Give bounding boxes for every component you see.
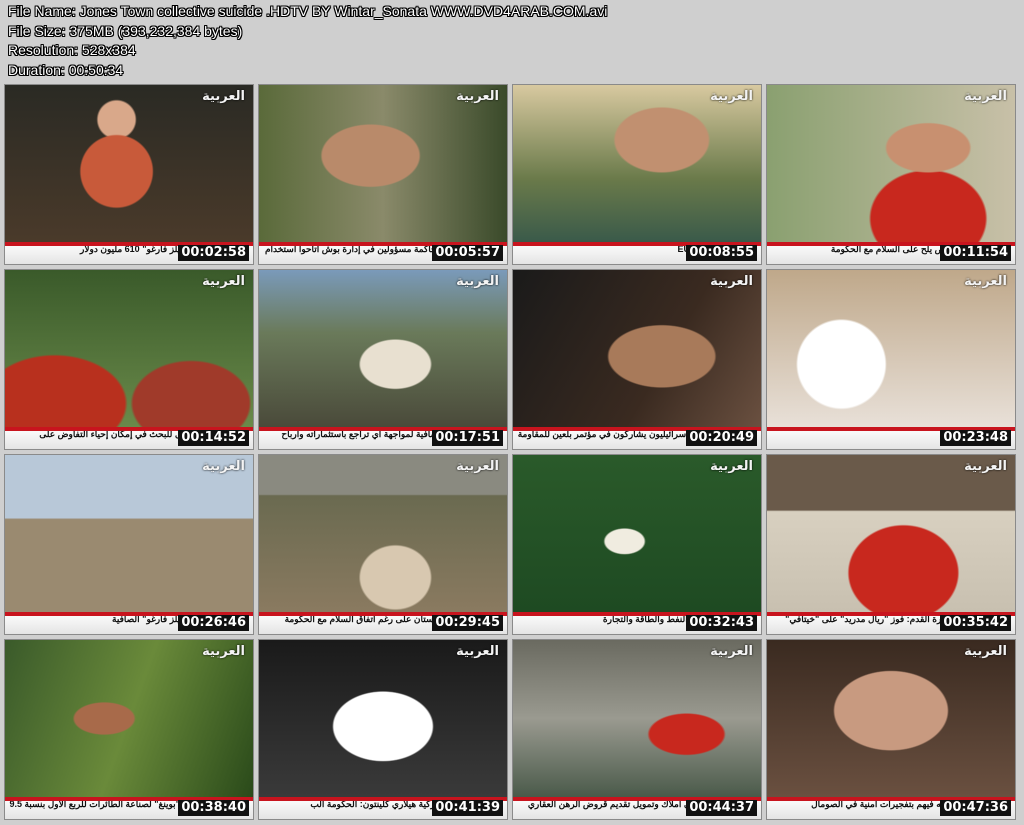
- file-name: File Name: Jones Town collective suicide…: [8, 3, 608, 19]
- timecode: 00:26:46: [178, 615, 249, 631]
- timecode: 00:05:57: [432, 245, 503, 261]
- thumbnail-grid: العربيةارتفاع ارباح بنك "ويلز فارغو" 610…: [5, 85, 1015, 819]
- timecode: 00:14:52: [178, 430, 249, 446]
- thumbnail[interactable]: العربية حزب تونسي معارض يلح على السلام مع…: [767, 85, 1015, 264]
- channel-logo: العربية: [710, 274, 753, 289]
- channel-logo: العربية: [964, 274, 1007, 289]
- channel-logo: العربية: [456, 459, 499, 474]
- video-frame: [5, 85, 253, 242]
- timecode: 00:29:45: [432, 615, 503, 631]
- video-frame: [767, 270, 1015, 427]
- video-frame: [259, 270, 507, 427]
- channel-logo: العربية: [202, 644, 245, 659]
- thumbnail[interactable]: العربية ارتفاع ارباح شركة "بوينغ" لصناعة …: [5, 640, 253, 819]
- video-frame: [5, 455, 253, 612]
- timecode: 00:08:55: [686, 245, 757, 261]
- thumbnail[interactable]: العربية 00:23:48: [767, 270, 1015, 449]
- video-frame: [767, 455, 1015, 612]
- timecode: 00:17:51: [432, 430, 503, 446]
- thumbnail[interactable]: العربية متضامنون أجانب وإسرائيليون يشاركو…: [513, 270, 761, 449]
- channel-logo: العربية: [456, 644, 499, 659]
- thumbnail[interactable]: العربيةEUR/$ 1.2991 -0.0000:08:55: [513, 85, 761, 264]
- thumbnail[interactable]: العربية سليمان في إسرائيل للبحث في إمكان …: [5, 270, 253, 449]
- channel-logo: العربية: [964, 89, 1007, 104]
- thumbnail[interactable]: العربية يبحث مخصصات إضافية لمواجهة أي ترا…: [259, 270, 507, 449]
- video-frame: [5, 640, 253, 797]
- channel-logo: العربية: [964, 459, 1007, 474]
- timecode: 00:35:42: [940, 615, 1011, 631]
- channel-logo: العربية: [964, 644, 1007, 659]
- channel-logo: العربية: [202, 89, 245, 104]
- thumbnail[interactable]: العربيةبدء محاكمة 4 مشتبه فيهم بتفجيرات …: [767, 640, 1015, 819]
- channel-logo: العربية: [456, 274, 499, 289]
- video-frame: [259, 455, 507, 612]
- channel-logo: العربية: [456, 89, 499, 104]
- duration: Duration: 00:50:34: [8, 61, 124, 78]
- timecode: 00:20:49: [686, 430, 757, 446]
- video-frame: [513, 640, 761, 797]
- video-frame: [5, 270, 253, 427]
- timecode: 00:38:40: [178, 800, 249, 816]
- resolution: Resolution: 528x384: [8, 42, 136, 58]
- video-frame: [259, 85, 507, 242]
- channel-logo: العربية: [710, 89, 753, 104]
- channel-logo: العربية: [710, 459, 753, 474]
- timecode: 00:44:37: [686, 800, 757, 816]
- thumbnail[interactable]: العربية في شمال غرب باكستان على رغم اتفاق…: [259, 455, 507, 634]
- timecode: 00:11:54: [940, 245, 1011, 261]
- timecode: 00:41:39: [432, 800, 503, 816]
- timecode: 00:23:48: [940, 430, 1011, 446]
- timecode: 00:47:36: [940, 800, 1011, 816]
- thumbnail[interactable]: العربية الأخبار في مجالات النفط والطاقة و…: [513, 455, 761, 634]
- file-info: File Name: Jones Town collective suicide…: [8, 2, 607, 80]
- video-frame: [767, 640, 1015, 797]
- channel-logo: العربية: [202, 459, 245, 474]
- thumbnail[interactable]: العربية الأميركي يسمح بمحاكمة مسؤولين في …: [259, 85, 507, 264]
- video-frame: [767, 85, 1015, 242]
- video-frame: [513, 85, 761, 242]
- video-frame: [513, 455, 761, 612]
- thumbnail[interactable]: العربية تؤكد معاودة شركتي أملاك وتمويل تق…: [513, 640, 761, 819]
- timecode: 00:02:58: [178, 245, 249, 261]
- thumbnail[interactable]: العربية الدوري الاسباني لكرة القدم: فوز "…: [767, 455, 1015, 634]
- timecode: 00:32:43: [686, 615, 757, 631]
- channel-logo: العربية: [710, 644, 753, 659]
- channel-logo: العربية: [202, 274, 245, 289]
- video-frame: [259, 640, 507, 797]
- video-frame: [513, 270, 761, 427]
- thumbnail[interactable]: العربيةارتفاع ارباح بنك "ويلز فارغو" الص…: [5, 455, 253, 634]
- file-size: File Size: 375MB (393,232,384 bytes): [8, 22, 243, 39]
- thumbnail[interactable]: العربيةارتفاع ارباح بنك "ويلز فارغو" 610…: [5, 85, 253, 264]
- thumbnail[interactable]: العربية وزير الخارجية الأميركية هيلاري كل…: [259, 640, 507, 819]
